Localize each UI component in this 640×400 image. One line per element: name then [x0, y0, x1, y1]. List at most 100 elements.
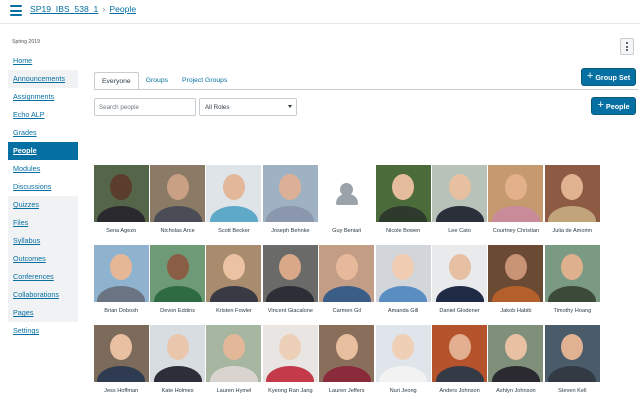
nav-item-announcements[interactable]: Announcements	[8, 70, 78, 88]
person-card[interactable]: Joseph Behnke	[262, 165, 318, 245]
term-label: Spring 2019	[12, 39, 40, 45]
avatar	[262, 165, 318, 222]
person-name: Joseph Behnke	[271, 228, 310, 234]
more-options-icon[interactable]	[620, 38, 634, 55]
avatar	[375, 165, 431, 222]
person-name: Vincent Giacalone	[267, 308, 314, 314]
person-card[interactable]: Amanda Gill	[375, 245, 431, 325]
avatar	[432, 325, 488, 382]
person-card[interactable]: Guy Beniari	[319, 165, 375, 245]
person-name: Nuri Jeong	[389, 388, 417, 394]
breadcrumb-current-page[interactable]: People	[109, 4, 136, 14]
avatar	[544, 165, 600, 222]
plus-icon: +	[586, 70, 594, 82]
person-card[interactable]: Devon Eddins	[149, 245, 206, 325]
nav-item-grades[interactable]: Grades	[8, 124, 78, 142]
avatar	[150, 325, 206, 382]
nav-item-people[interactable]: People	[8, 142, 78, 160]
person-name: Ashlyn Johnson	[496, 388, 536, 394]
person-card[interactable]: Jakob Habib	[488, 245, 544, 325]
person-card[interactable]: Jess Hoffman	[93, 325, 149, 400]
avatar	[206, 325, 262, 382]
person-name: Lauren Jeffers	[328, 388, 365, 394]
person-card[interactable]: Julia de Amorim	[544, 165, 600, 245]
nav-item-discussions[interactable]: Discussions	[8, 178, 78, 196]
person-card[interactable]: Scott Becker	[206, 165, 262, 245]
breadcrumb-course-link[interactable]: SP19_IBS_538_1	[30, 4, 98, 14]
avatar	[319, 245, 375, 302]
person-card[interactable]: Lauren Hymel	[206, 325, 262, 400]
avatar	[544, 325, 600, 382]
person-name: Brian Dobosh	[104, 308, 139, 314]
person-card[interactable]: Kate Holmes	[149, 325, 206, 400]
nav-item-settings[interactable]: Settings	[8, 322, 78, 340]
person-card[interactable]: Ashlyn Johnson	[488, 325, 544, 400]
person-card[interactable]: Sena Agezo	[93, 165, 149, 245]
person-card[interactable]: Timothy Hoang	[544, 245, 600, 325]
default-avatar-icon	[319, 165, 375, 222]
avatar	[375, 325, 431, 382]
nav-item-syllabus[interactable]: Syllabus	[8, 232, 78, 250]
person-name: Jakob Habib	[500, 308, 532, 314]
breadcrumb-separator-icon: ›	[102, 4, 106, 14]
search-people-input[interactable]	[94, 98, 196, 116]
roles-select[interactable]: All Roles	[199, 98, 297, 116]
person-card[interactable]: Lauren Jeffers	[319, 325, 375, 400]
person-name: Carmen Gil	[332, 308, 361, 314]
course-navigation: Home Announcements Assignments Echo ALP Grad…	[8, 52, 78, 340]
avatar	[432, 165, 488, 222]
person-name: Sena Agezo	[106, 228, 137, 234]
nav-item-conferences[interactable]: Conferences	[8, 268, 78, 286]
person-card[interactable]: Carmen Gil	[319, 245, 375, 325]
person-name: Kyeong Ran Jang	[268, 388, 313, 394]
avatar	[93, 165, 149, 222]
avatar	[488, 325, 544, 382]
person-name: Kristen Fowler	[216, 308, 252, 314]
person-card[interactable]: Vincent Giacalone	[262, 245, 318, 325]
nav-item-assignments[interactable]: Assignments	[8, 88, 78, 106]
nav-item-quizzes[interactable]: Quizzes	[8, 196, 78, 214]
avatar	[150, 165, 206, 222]
person-card[interactable]: Kristen Fowler	[206, 245, 262, 325]
person-card[interactable]: Nicole Bowen	[375, 165, 431, 245]
person-name: Julia de Amorim	[552, 228, 593, 234]
avatar	[262, 325, 318, 382]
person-card[interactable]: Lee Cato	[431, 165, 488, 245]
person-card[interactable]: Kyeong Ran Jang	[262, 325, 318, 400]
person-card[interactable]: Steven Kell	[544, 325, 600, 400]
add-people-button[interactable]: + People	[591, 97, 636, 115]
avatar	[432, 245, 488, 302]
caret-down-icon	[288, 105, 292, 108]
person-card[interactable]: Nicholas Arce	[149, 165, 206, 245]
nav-item-home[interactable]: Home	[8, 52, 78, 70]
people-grid: Sena Agezo Nicholas Arce Scott Becker Josep…	[93, 165, 601, 400]
nav-item-files[interactable]: Files	[8, 214, 78, 232]
person-card[interactable]: Anders Johnson	[431, 325, 488, 400]
person-card[interactable]: Brian Dobosh	[93, 245, 149, 325]
avatar	[488, 165, 544, 222]
person-card[interactable]: Courtney Christian	[488, 165, 544, 245]
tab-project-groups[interactable]: Project Groups	[175, 72, 234, 90]
avatar	[319, 325, 375, 382]
person-card[interactable]: Daniel Glodener	[431, 245, 488, 325]
tab-everyone[interactable]: Everyone	[94, 72, 139, 90]
hamburger-menu-icon[interactable]	[10, 5, 22, 16]
avatar	[93, 245, 149, 302]
tabs-divider	[94, 89, 638, 90]
person-name: Guy Beniari	[332, 228, 362, 234]
people-tabs: Everyone Groups Project Groups	[94, 72, 234, 90]
add-group-set-button[interactable]: + Group Set	[581, 68, 636, 86]
nav-item-collaborations[interactable]: Collaborations	[8, 286, 78, 304]
avatar	[206, 245, 262, 302]
nav-item-pages[interactable]: Pages	[8, 304, 78, 322]
nav-item-outcomes[interactable]: Outcomes	[8, 250, 78, 268]
person-name: Nicholas Arce	[160, 228, 195, 234]
person-name: Daniel Glodener	[439, 308, 480, 314]
avatar	[375, 245, 431, 302]
tab-groups[interactable]: Groups	[139, 72, 175, 90]
nav-item-modules[interactable]: Modules	[8, 160, 78, 178]
person-card[interactable]: Nuri Jeong	[375, 325, 431, 400]
roles-select-value: All Roles	[205, 103, 230, 111]
person-name: Timothy Hoang	[553, 308, 592, 314]
nav-item-echo-alp[interactable]: Echo ALP	[8, 106, 78, 124]
